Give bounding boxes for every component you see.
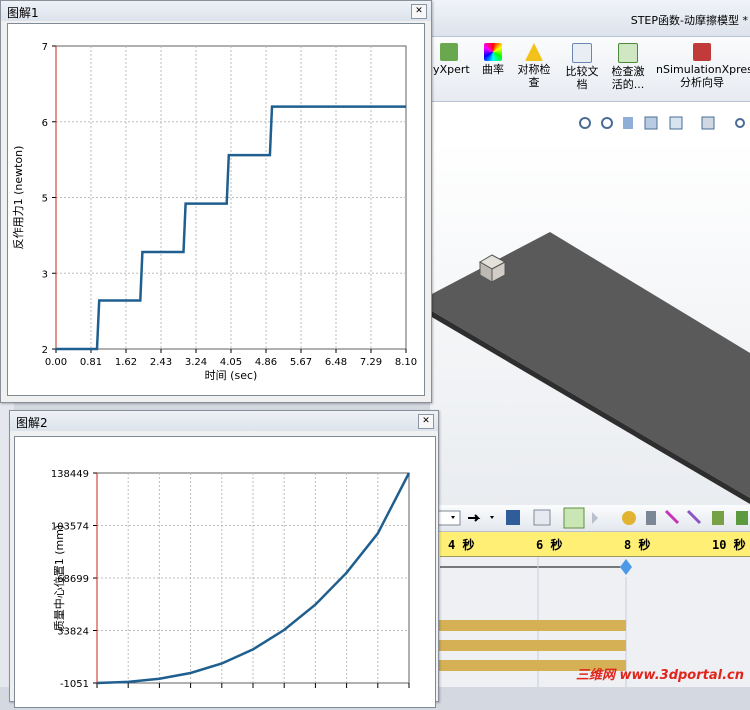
chart-1: 2 3 5 6 7 0.00 0.81 1.62 2.43 3.24 4.05 4.86 5.67 6.4… [12,42,417,382]
key-bar[interactable] [438,620,626,631]
zoom-to-fit-icon[interactable] [579,117,591,129]
ribbon-button-compare-documents[interactable]: 比较文档 [562,43,602,91]
plot-window-2-titlebar[interactable]: 图解2 ✕ [10,411,438,431]
curvature-icon [484,43,502,61]
y-tick-label: -1051 [60,679,89,690]
close-button[interactable]: ✕ [411,4,427,19]
spring-icon[interactable] [646,511,656,525]
hide-show-icon[interactable] [735,118,745,128]
zoom-to-area-icon[interactable] [601,117,613,129]
y-tick-label: 3 [42,269,48,280]
y-tick-label: 6 [42,118,48,129]
calculate-icon[interactable] [563,507,585,529]
timeline-mark-6s: 6 秒 [536,538,563,552]
x-tick-label: 4.86 [255,357,277,368]
motion-timeline: 4 秒 6 秒 8 秒 10 秒 三维网 www.3dportal.cn [430,505,750,687]
view-tool-icons [579,116,745,130]
key-bar[interactable] [438,640,626,651]
ribbon-button-curvature[interactable]: 曲率 [478,43,508,76]
check-active-icon [618,43,638,63]
ribbon-button-simulationxpress[interactable]: nSimulationXpress 分析向导 [656,43,750,89]
symmetry-check-icon [525,43,543,61]
x-tick-label: 0.81 [80,357,102,368]
study-type-dropdown[interactable] [437,510,461,526]
plot-window-1-titlebar[interactable]: 图解1 ✕ [1,1,431,21]
display-style-icon[interactable] [701,116,715,130]
y-axis-label: 反作用力1 (newton) [12,146,25,250]
chart-2: -10513382468699103574138449质量中心位置1 (mm) [51,469,411,690]
results-icon[interactable] [622,511,636,525]
watermark: 三维网 www.3dportal.cn [575,668,744,683]
compare-documents-icon [572,43,592,63]
timeline-mark-4s: 4 秒 [448,538,475,552]
motor-icon[interactable] [592,512,598,524]
plot-2-area: -1051 33824 68699 103574 138449 质量中心位置1 (mm) [14,436,436,708]
ribbon-button-check-active[interactable]: 检查激活的... [608,43,648,91]
plot-window-2: 图解2 ✕ -1051 33824 68699 103574 138449 质量中心位置1… [9,410,439,708]
close-icon: ✕ [422,416,430,426]
timeline-toolbar [430,505,750,532]
view-toolbar [430,102,750,144]
ribbon-button-flyxpert[interactable]: lyXpert [430,43,470,76]
ribbon-button-symmetry-check[interactable]: 对称检查 [514,43,554,89]
timeline-mark-8s: 8 秒 [624,538,651,552]
model-view [430,232,750,504]
x-tick-label: 8.10 [395,357,417,368]
plot-window-1: 图解1 ✕ 2 3 5 6 7 0.00 0.81 1.62 2.43 3.24 4.05 4.86 5… [0,0,432,403]
gravity-icon[interactable] [686,509,702,525]
arrow-right-icon[interactable] [468,514,481,522]
y-axis-label: 质量中心位置1 (mm) [52,525,66,632]
chevron-down-icon[interactable] [490,516,494,519]
y-tick-label: 7 [42,42,48,53]
ribbon-toolbar: lyXpert 曲率 对称检查 比较文档 检查激活的... nSimulatio… [430,37,750,102]
x-tick-label: 0.00 [45,357,67,368]
x-tick-label: 3.24 [185,357,207,368]
time-bar-handle[interactable] [620,559,632,575]
close-button[interactable]: ✕ [418,414,434,429]
x-tick-label: 5.67 [290,357,312,368]
x-tick-label: 6.48 [325,357,347,368]
x-tick-label: 7.29 [360,357,382,368]
x-tick-label: 2.43 [150,357,172,368]
close-icon: ✕ [415,6,423,16]
plot-window-2-title: 图解2 [16,416,48,430]
results-plot-icon[interactable] [736,511,748,525]
timeline-ruler[interactable]: 4 秒 6 秒 8 秒 10 秒 [440,532,750,557]
contact-icon[interactable] [664,509,680,525]
simulationxpress-icon [693,43,711,61]
section-view-icon[interactable] [644,116,658,130]
flyxpert-icon [440,43,458,61]
save-icon[interactable] [506,510,520,525]
graphics-viewport[interactable] [430,140,750,510]
force-icon[interactable] [712,511,724,525]
plot-1-area: 2 3 5 6 7 0.00 0.81 1.62 2.43 3.24 4.05 4.86 5.67 6.4… [7,23,425,396]
y-tick-label: 138449 [51,469,89,480]
timeline-toolbar-icons [437,507,748,529]
app-title: STEP函数-动摩擦模型 * [630,14,748,27]
y-tick-label: 5 [42,194,48,205]
x-tick-label: 4.05 [220,357,242,368]
timeline-mark-10s: 10 秒 [712,538,746,552]
calculator-icon[interactable] [533,509,551,526]
view-orientation-icon[interactable] [669,116,683,130]
plot-window-1-title: 图解1 [7,6,39,20]
x-tick-label: 1.62 [115,357,137,368]
previous-view-icon[interactable] [623,117,633,129]
x-axis-label: 时间 (sec) [205,369,258,382]
app-title-bar: STEP函数-动摩擦模型 * [430,0,750,37]
plane-top-face [430,232,750,498]
y-tick-label: 2 [42,345,48,356]
